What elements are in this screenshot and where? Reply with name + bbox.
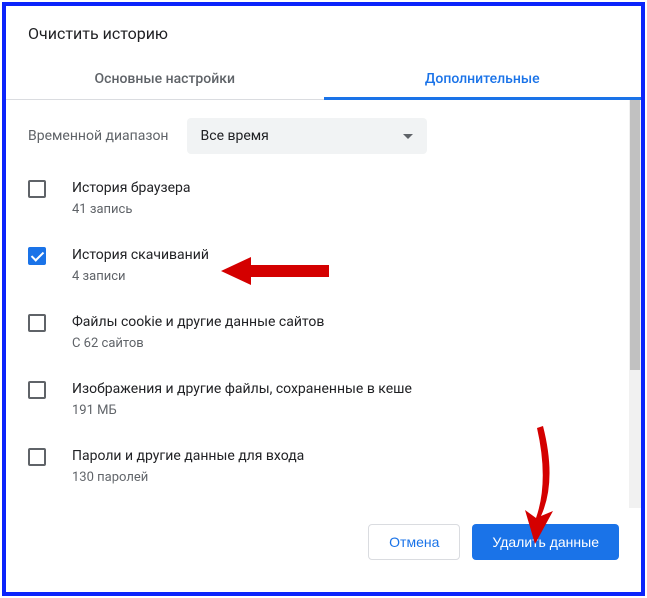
chevron-down-icon [403, 134, 413, 139]
item-text: Файлы cookie и другие данные сайтов С 62 … [72, 312, 619, 351]
delete-data-button[interactable]: Удалить данные [472, 524, 619, 560]
time-range-value: Все время [201, 128, 269, 144]
item-text: Изображения и другие файлы, сохраненные … [72, 379, 619, 418]
item-title: Изображения и другие файлы, сохраненные … [72, 379, 619, 399]
list-item: История скачиваний 4 записи [6, 231, 641, 298]
item-title: Файлы cookie и другие данные сайтов [72, 312, 619, 332]
tab-advanced[interactable]: Дополнительные [324, 57, 642, 99]
item-subtitle: 41 запись [72, 202, 619, 217]
checkbox[interactable] [28, 448, 46, 466]
scrollbar-thumb[interactable] [630, 100, 640, 370]
item-subtitle: 191 МБ [72, 403, 619, 418]
item-title: История браузера [72, 178, 619, 198]
tabs: Основные настройки Дополнительные [6, 57, 641, 100]
tab-basic[interactable]: Основные настройки [6, 57, 324, 99]
checkbox[interactable] [28, 180, 46, 198]
checkbox[interactable] [28, 381, 46, 399]
item-subtitle: 4 записи [72, 269, 619, 284]
scroll-area: Временной диапазон Все время История бра… [6, 100, 641, 508]
cancel-button[interactable]: Отмена [368, 524, 460, 560]
time-range-label: Временной диапазон [28, 128, 169, 144]
scrollbar-track[interactable] [629, 100, 641, 508]
time-range-row: Временной диапазон Все время [6, 100, 641, 164]
list-item: Данные для автозаполнения [6, 499, 641, 508]
list-item: История браузера 41 запись [6, 164, 641, 231]
list-item: Изображения и другие файлы, сохраненные … [6, 365, 641, 432]
item-text: Пароли и другие данные для входа 130 паро… [72, 446, 619, 485]
item-title: Пароли и другие данные для входа [72, 446, 619, 466]
dialog-title: Очистить историю [6, 6, 641, 57]
dialog-footer: Отмена Удалить данные [6, 508, 641, 578]
checkbox[interactable] [28, 314, 46, 332]
list-item: Файлы cookie и другие данные сайтов С 62 … [6, 298, 641, 365]
item-subtitle: 130 паролей [72, 470, 619, 485]
item-text: История скачиваний 4 записи [72, 245, 619, 284]
item-title: История скачиваний [72, 245, 619, 265]
time-range-select[interactable]: Все время [187, 118, 427, 154]
list-item: Пароли и другие данные для входа 130 паро… [6, 432, 641, 499]
item-text: История браузера 41 запись [72, 178, 619, 217]
checkbox[interactable] [28, 247, 46, 265]
item-subtitle: С 62 сайтов [72, 336, 619, 351]
